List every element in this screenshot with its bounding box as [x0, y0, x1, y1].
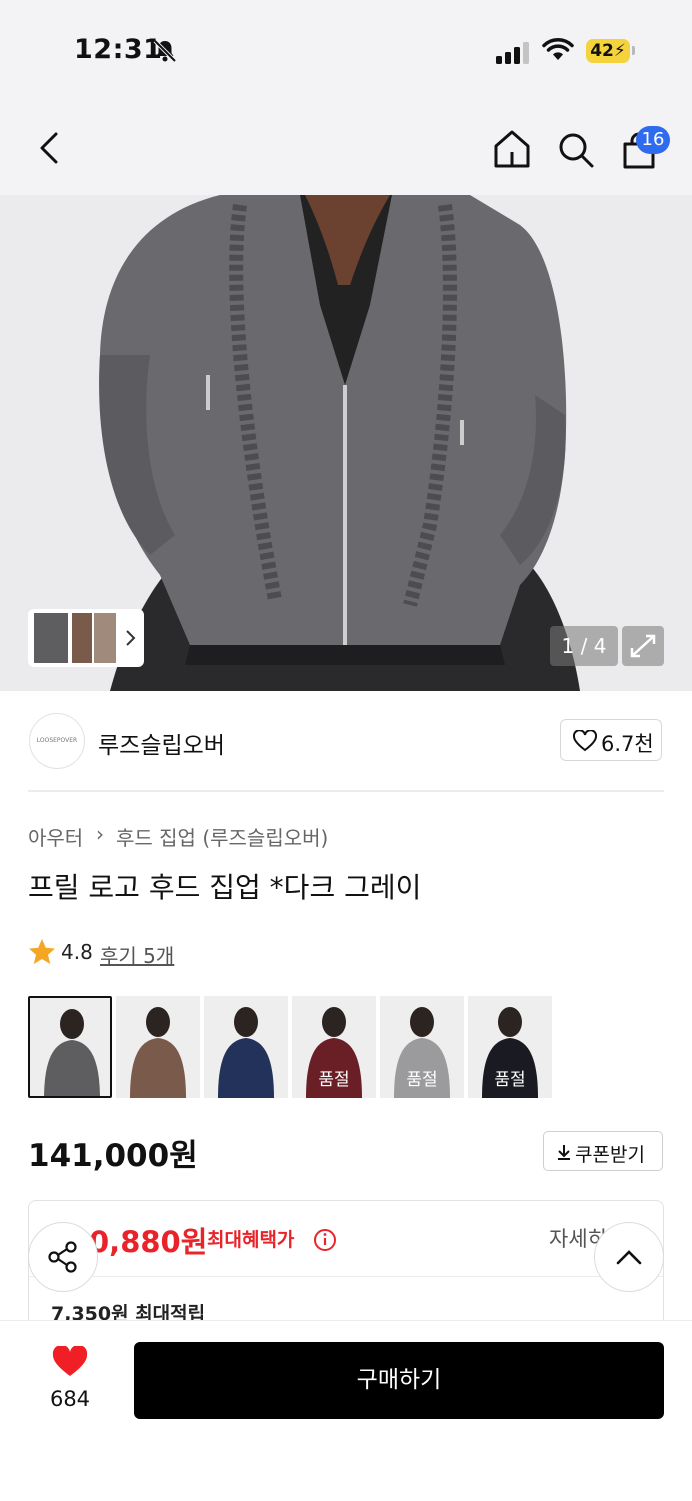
- expand-button[interactable]: [622, 626, 664, 666]
- variant-photo: [204, 996, 288, 1098]
- battery-indicator: 42⚡: [586, 39, 630, 63]
- breadcrumb-subcategory[interactable]: 후드 집업 (루즈슬립오버): [116, 822, 328, 851]
- expand-icon: [630, 634, 656, 658]
- color-variant-thumb[interactable]: [116, 996, 200, 1098]
- share-icon: [48, 1241, 77, 1273]
- coupon-button[interactable]: 쿠폰받기: [543, 1131, 663, 1171]
- brand-like-button[interactable]: 6.7천: [560, 719, 662, 761]
- cellular-signal-icon: [496, 42, 529, 64]
- max-benefit-price: 0,880원: [89, 1225, 208, 1259]
- image-gallery-thumbnails[interactable]: [28, 609, 144, 667]
- breadcrumb-category[interactable]: 아우터: [28, 822, 83, 851]
- product-price: 141,000원: [28, 1138, 198, 1174]
- scroll-to-top-button[interactable]: [594, 1222, 664, 1292]
- color-variant-thumb[interactable]: 품절: [292, 996, 376, 1098]
- wifi-icon: [542, 38, 574, 60]
- status-bar: 12:31 42⚡: [0, 0, 692, 100]
- image-pager: 1 / 4: [550, 626, 618, 666]
- home-icon[interactable]: [492, 128, 532, 170]
- product-title: 프릴 로고 후드 집업 *다크 그레이: [28, 871, 422, 904]
- star-icon: [29, 939, 55, 964]
- divider: [28, 790, 664, 792]
- rating-score: 4.8: [61, 940, 93, 964]
- buy-button[interactable]: 구매하기: [134, 1342, 664, 1419]
- brand-logo[interactable]: LOOSEPOVER: [29, 713, 85, 769]
- color-variant-thumb[interactable]: [28, 996, 112, 1098]
- gallery-thumb[interactable]: [34, 613, 68, 663]
- share-button[interactable]: [28, 1222, 98, 1292]
- review-link[interactable]: 후기 5개: [100, 940, 174, 969]
- search-icon[interactable]: [556, 130, 596, 170]
- chevron-right-icon: [126, 630, 136, 646]
- download-icon: [558, 1145, 570, 1160]
- status-time: 12:31: [74, 34, 163, 65]
- max-benefit-box[interactable]: 0,880원 최대혜택가 자세히 7,350원 최대적립: [28, 1200, 664, 1340]
- bell-slash-icon: [153, 39, 177, 63]
- brand-name[interactable]: 루즈슬립오버: [98, 726, 225, 760]
- favorite-count: 684: [49, 1387, 91, 1411]
- cart-count-badge: 16: [636, 126, 670, 154]
- heart-filled-icon[interactable]: [52, 1346, 88, 1378]
- gallery-thumb[interactable]: [94, 613, 116, 663]
- chevron-up-icon: [616, 1250, 642, 1265]
- brand-logo-text: LOOSEPOVER: [36, 737, 78, 744]
- sold-out-label: 품절: [494, 1070, 526, 1090]
- sold-out-label: 품절: [318, 1070, 350, 1090]
- charging-bolt-icon: ⚡: [613, 41, 626, 61]
- back-arrow-icon[interactable]: [36, 128, 64, 168]
- info-icon[interactable]: [313, 1228, 337, 1252]
- color-variant-thumb[interactable]: 품절: [468, 996, 552, 1098]
- max-benefit-label: 최대혜택가: [207, 1229, 295, 1251]
- gallery-thumb[interactable]: [72, 613, 92, 663]
- top-nav-bar: [0, 100, 692, 195]
- sold-out-label: 품절: [406, 1070, 438, 1090]
- variant-photo: [30, 998, 110, 1096]
- breadcrumb-separator: ›: [96, 822, 104, 846]
- color-variant-thumb[interactable]: [204, 996, 288, 1098]
- divider: [29, 1276, 663, 1277]
- variant-photo: [116, 996, 200, 1098]
- battery-tip: [632, 46, 635, 55]
- coupon-label: 쿠폰받기: [575, 1144, 645, 1166]
- color-variant-thumb[interactable]: 품절: [380, 996, 464, 1098]
- battery-level: 42: [590, 41, 614, 61]
- brand-like-count: 6.7천: [601, 732, 654, 756]
- heart-outline-icon: [573, 730, 597, 752]
